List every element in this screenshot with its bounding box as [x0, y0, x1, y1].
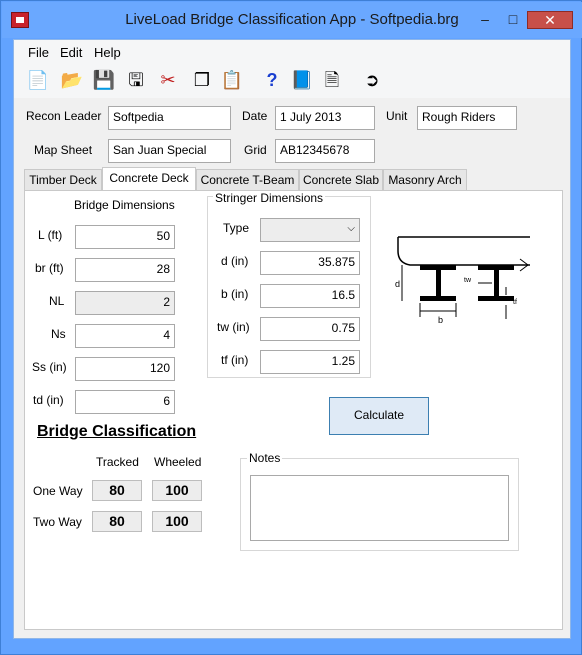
tw-label: tw (in) [217, 320, 250, 334]
d-input[interactable]: 35.875 [260, 251, 360, 275]
td-label: td (in) [33, 393, 64, 407]
new-file-icon[interactable]: 📄 [26, 68, 50, 92]
app-window: LiveLoad Bridge Classification App - Sof… [0, 0, 582, 655]
grid-input[interactable]: AB12345678 [275, 139, 375, 163]
tab-masonry-arch[interactable]: Masonry Arch [383, 169, 467, 191]
diagram-d-label: d [395, 279, 401, 289]
br-input[interactable]: 28 [75, 258, 175, 282]
ss-label: Ss (in) [32, 360, 67, 374]
tf-label: tf (in) [221, 353, 249, 367]
grid-label: Grid [244, 143, 267, 157]
notes-title: Notes [247, 451, 283, 465]
maximize-button[interactable]: □ [499, 11, 527, 29]
l-label: L (ft) [38, 228, 63, 242]
two-way-label: Two Way [33, 515, 82, 529]
concrete-deck-panel: Bridge Dimensions L (ft) 50 br (ft) 28 N… [24, 190, 563, 630]
menu-edit[interactable]: Edit [60, 45, 82, 60]
ss-input[interactable]: 120 [75, 357, 175, 381]
ns-label: Ns [51, 327, 66, 341]
date-label: Date [242, 109, 268, 123]
one-way-wheeled-result: 100 [152, 480, 202, 501]
nl-input: 2 [75, 291, 175, 315]
ns-input[interactable]: 4 [75, 324, 175, 348]
save-icon[interactable]: 💾 [92, 68, 116, 92]
tf-input[interactable]: 1.25 [260, 350, 360, 374]
tab-concrete-slab[interactable]: Concrete Slab [299, 169, 383, 191]
menu-bar: File Edit Help [14, 40, 570, 64]
diagram-tf-label: tf [513, 299, 517, 306]
stringer-diagram [397, 236, 530, 319]
map-sheet-input[interactable]: San Juan Special [108, 139, 231, 163]
wheeled-header: Wheeled [154, 455, 202, 469]
chevron-down-icon: ⌵ [347, 223, 355, 234]
menu-help[interactable]: Help [94, 45, 121, 60]
bridge-classification-title: Bridge Classification [37, 423, 197, 440]
two-way-wheeled-result: 100 [152, 511, 202, 532]
toolbar: 📄 📂 💾 🖫 ✂ ❐ 📋 ? 📘 🗎 ➲ [14, 64, 570, 98]
td-input[interactable]: 6 [75, 390, 175, 414]
recon-leader-input[interactable]: Softpedia [108, 106, 231, 130]
stringer-dimensions-title: Stringer Dimensions [213, 191, 326, 205]
client-area: File Edit Help 📄 📂 💾 🖫 ✂ ❐ 📋 ? 📘 🗎 ➲ Rec… [13, 39, 571, 639]
tab-concrete-t-beam[interactable]: Concrete T-Beam [196, 169, 299, 191]
two-way-tracked-result: 80 [92, 511, 142, 532]
close-button[interactable]: ✕ [527, 11, 573, 29]
open-folder-icon[interactable]: 📂 [60, 68, 84, 92]
tab-timber-deck[interactable]: Timber Deck [24, 169, 102, 191]
br-label: br (ft) [35, 261, 64, 275]
recon-leader-label: Recon Leader [26, 109, 102, 123]
one-way-tracked-result: 80 [92, 480, 142, 501]
map-sheet-label: Map Sheet [34, 143, 93, 157]
unit-label: Unit [386, 109, 408, 123]
book-icon[interactable]: 📘 [290, 68, 314, 92]
copy-icon[interactable]: ❐ [190, 68, 214, 92]
help-icon[interactable]: ? [260, 68, 284, 92]
menu-file[interactable]: File [28, 45, 49, 60]
paste-icon[interactable]: 📋 [220, 68, 244, 92]
diagram-tw-label: tw [464, 277, 471, 284]
b-label: b (in) [221, 287, 249, 301]
bridge-dimensions-title: Bridge Dimensions [74, 198, 175, 212]
calculate-button[interactable]: Calculate [329, 397, 429, 435]
exit-icon[interactable]: ➲ [360, 68, 384, 92]
tab-concrete-deck[interactable]: Concrete Deck [102, 167, 196, 192]
cut-icon[interactable]: ✂ [156, 68, 180, 92]
tracked-header: Tracked [96, 455, 139, 469]
minimize-button[interactable]: – [471, 11, 499, 29]
type-select[interactable]: ⌵ [260, 218, 360, 242]
nl-label: NL [49, 294, 65, 308]
tw-input[interactable]: 0.75 [260, 317, 360, 341]
notes-textarea[interactable] [250, 475, 509, 541]
b-input[interactable]: 16.5 [260, 284, 360, 308]
l-input[interactable]: 50 [75, 225, 175, 249]
one-way-label: One Way [33, 484, 83, 498]
save-as-icon[interactable]: 🖫 [124, 68, 148, 92]
type-label: Type [223, 221, 250, 235]
diagram-b-label: b [438, 315, 444, 325]
document-icon[interactable]: 🗎 [320, 68, 344, 92]
date-input[interactable]: 1 July 2013 [275, 106, 375, 130]
d-label: d (in) [221, 254, 249, 268]
unit-input[interactable]: Rough Riders [417, 106, 517, 130]
